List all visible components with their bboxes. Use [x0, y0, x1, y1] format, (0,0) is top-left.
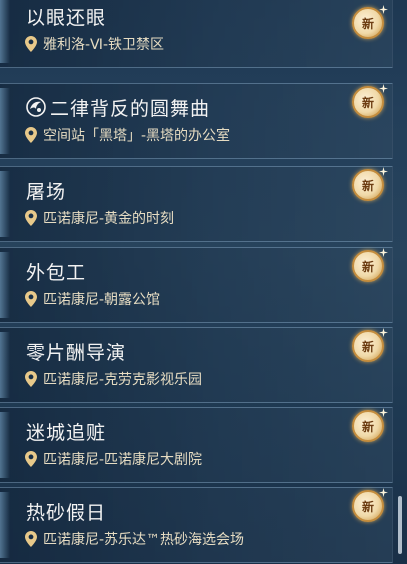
quest-location-row: 匹诺康尼-黄金的时刻 — [25, 208, 174, 228]
quest-location-row: 匹诺康尼-朝露公馆 — [25, 289, 160, 309]
new-badge: 新 — [352, 84, 388, 118]
quest-location: 空间站「黑塔」-黑塔的办公室 — [43, 128, 231, 144]
quest-item-1[interactable]: 以眼还眼 雅利洛-Ⅵ-铁卫禁区 新 — [0, 0, 393, 68]
scrollbar[interactable] — [398, 496, 402, 554]
sparkle-icon — [379, 5, 388, 14]
sparkle-icon — [379, 408, 388, 417]
quest-location-row: 匹诺康尼-克劳克影视乐园 — [25, 369, 202, 389]
new-badge: 新 — [352, 5, 388, 39]
quest-location-row: 匹诺康尼-匹诺康尼大剧院 — [25, 449, 202, 469]
new-badge: 新 — [352, 408, 388, 442]
quest-item-2[interactable]: 二律背反的圆舞曲 空间站「黑塔」-黑塔的办公室 新 — [0, 83, 393, 159]
sparkle-icon — [379, 167, 388, 176]
new-badge: 新 — [352, 488, 388, 522]
quest-location: 匹诺康尼-朝露公馆 — [43, 292, 161, 308]
quest-title: 以眼还眼 — [26, 6, 107, 29]
location-pin-icon — [25, 127, 37, 143]
new-badge: 新 — [352, 167, 388, 201]
quest-location-row: 空间站「黑塔」-黑塔的办公室 — [25, 125, 230, 145]
sparkle-icon — [379, 84, 388, 93]
quest-location-row: 匹诺康尼-苏乐达™热砂海选会场 — [25, 529, 244, 549]
quest-title: 外包工 — [26, 261, 87, 284]
quest-title-row: 以眼还眼 — [26, 3, 106, 29]
quest-title: 热砂假日 — [26, 501, 107, 524]
quest-item-3[interactable]: 屠场 匹诺康尼-黄金的时刻 新 — [0, 166, 393, 242]
quest-location-row: 雅利洛-Ⅵ-铁卫禁区 — [25, 34, 164, 54]
quest-list: 以眼还眼 雅利洛-Ⅵ-铁卫禁区 新 二律背反的圆舞曲 空间站「黑塔」-黑塔的办公… — [0, 0, 407, 564]
quest-title-row: 屠场 — [26, 177, 66, 203]
quest-title-row: 二律背反的圆舞曲 — [26, 94, 210, 120]
location-pin-icon — [25, 451, 37, 467]
quest-item-7[interactable]: 热砂假日 匹诺康尼-苏乐达™热砂海选会场 新 — [0, 487, 393, 563]
quest-location: 匹诺康尼-苏乐达™热砂海选会场 — [43, 532, 245, 548]
sparkle-icon — [379, 488, 388, 497]
new-badge: 新 — [352, 328, 388, 362]
location-pin-icon — [25, 291, 37, 307]
location-pin-icon — [25, 36, 37, 52]
quest-location: 匹诺康尼-匹诺康尼大剧院 — [43, 452, 203, 468]
quest-title-row: 零片酬导演 — [26, 338, 126, 364]
quest-type-icon — [26, 97, 46, 117]
quest-item-4[interactable]: 外包工 匹诺康尼-朝露公馆 新 — [0, 247, 393, 323]
quest-title: 迷城追赃 — [26, 421, 107, 444]
new-badge: 新 — [352, 248, 388, 282]
quest-location: 匹诺康尼-克劳克影视乐园 — [43, 372, 203, 388]
location-pin-icon — [25, 371, 37, 387]
quest-location: 匹诺康尼-黄金的时刻 — [43, 211, 175, 227]
sparkle-icon — [379, 328, 388, 337]
location-pin-icon — [25, 531, 37, 547]
sparkle-icon — [379, 248, 388, 257]
quest-item-5[interactable]: 零片酬导演 匹诺康尼-克劳克影视乐园 新 — [0, 327, 393, 403]
quest-title-row: 迷城追赃 — [26, 418, 106, 444]
quest-title-row: 热砂假日 — [26, 498, 106, 524]
quest-title: 零片酬导演 — [26, 341, 127, 364]
quest-title: 屠场 — [26, 180, 67, 203]
quest-title-row: 外包工 — [26, 258, 86, 284]
quest-item-6[interactable]: 迷城追赃 匹诺康尼-匹诺康尼大剧院 新 — [0, 407, 393, 483]
location-pin-icon — [25, 210, 37, 226]
quest-location: 雅利洛-Ⅵ-铁卫禁区 — [43, 37, 165, 53]
quest-title: 二律背反的圆舞曲 — [50, 97, 211, 120]
